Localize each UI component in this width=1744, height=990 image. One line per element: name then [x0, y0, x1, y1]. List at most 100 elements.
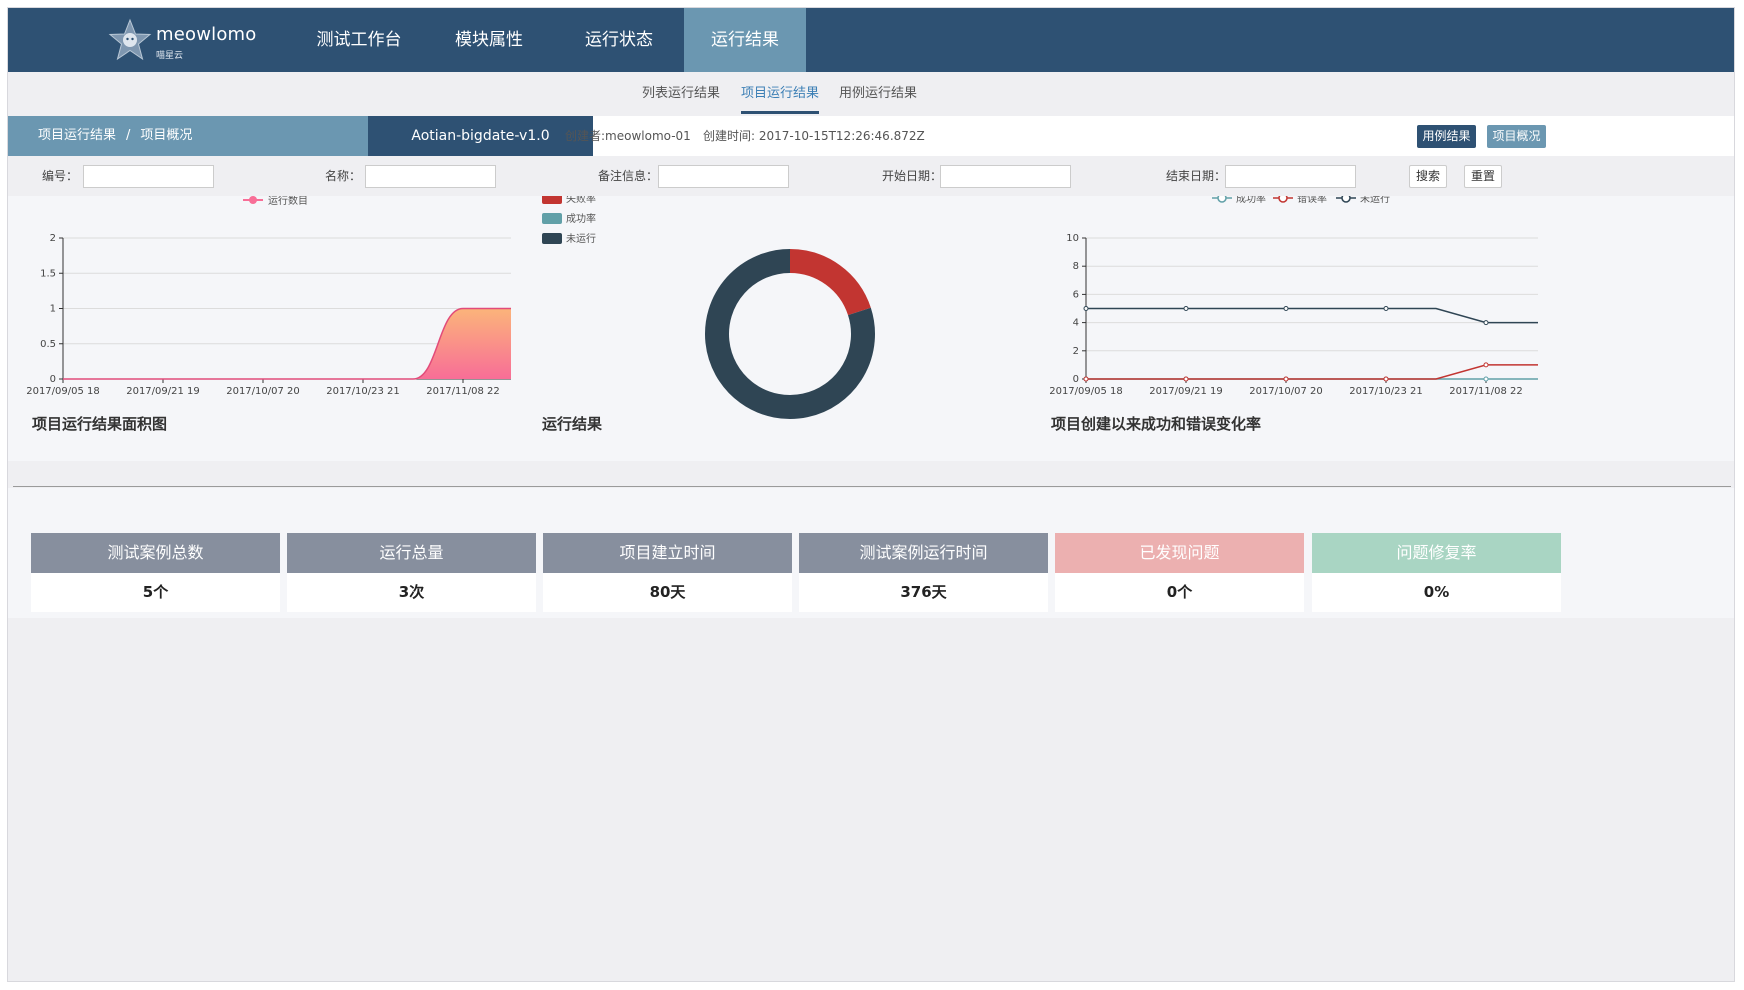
stat-value: 376天: [799, 573, 1048, 612]
stat-card-fix-rate: 问题修复率 0%: [1312, 533, 1561, 613]
nav-item-module-properties[interactable]: 模块属性: [424, 8, 554, 72]
brand-subtitle: 喵星云: [156, 51, 184, 61]
y-tick-label: 2: [50, 233, 56, 244]
stat-label: 问题修复率: [1312, 533, 1561, 573]
series-point: [1083, 376, 1089, 382]
stat-card-run-time: 测试案例运行时间 376天: [799, 533, 1048, 613]
name-input[interactable]: [365, 165, 496, 188]
series-line: [1086, 307, 1538, 324]
series-point: [1183, 306, 1189, 311]
legend-label-run-count: 运行数目: [268, 196, 308, 207]
project-name: Aotian-bigdate-v1.0: [368, 116, 593, 156]
note-input[interactable]: [658, 165, 789, 188]
series-point: [1383, 376, 1389, 382]
id-input[interactable]: [83, 165, 214, 188]
x-tick-label: 2017/10/23 21: [1349, 386, 1423, 397]
stat-label: 已发现问题: [1055, 533, 1304, 573]
legend-label: 未运行: [566, 232, 596, 245]
line-chart: 成功率 错误率 未运行 0 2 4 6 8 10 2017/09/05 18 2017/09/21 …: [1049, 196, 1538, 397]
y-tick-label: 0: [1073, 374, 1079, 385]
stat-label: 测试案例总数: [31, 533, 280, 573]
end-date-label: 结束日期：: [1166, 169, 1227, 183]
section-divider: [13, 486, 1731, 487]
stat-value: 0%: [1312, 573, 1561, 612]
series-point: [1483, 362, 1489, 368]
legend-marker: [1341, 196, 1351, 203]
stat-label: 运行总量: [287, 533, 536, 573]
breadcrumb-project-overview: 项目概况: [140, 128, 193, 143]
search-button[interactable]: 搜索: [1409, 165, 1447, 188]
stat-card-issues-found: 已发现问题 0个: [1055, 533, 1304, 613]
nav-item-run-results[interactable]: 运行结果: [684, 8, 806, 72]
x-tick-label: 2017/10/07 20: [226, 386, 300, 397]
legend-label: 未运行: [1360, 196, 1390, 205]
brand-logo[interactable]: meowlomo 喵星云: [108, 18, 258, 64]
legend-label: 成功率: [1236, 196, 1266, 205]
case-result-button[interactable]: 用例结果: [1417, 125, 1476, 148]
x-tick-label: 2017/09/21 19: [1149, 386, 1223, 397]
note-label: 备注信息：: [598, 169, 659, 183]
stat-card-project-age: 项目建立时间 80天: [543, 533, 792, 613]
stat-value: 0个: [1055, 573, 1304, 612]
series-point: [1483, 320, 1489, 326]
stat-value: 5个: [31, 573, 280, 612]
end-date-input[interactable]: [1225, 165, 1356, 188]
legend-label: 成功率: [566, 212, 596, 225]
project-created-time: 创建时间: 2017-10-15T12:26:46.872Z: [703, 129, 925, 143]
donut-chart-title: 运行结果: [542, 415, 603, 433]
app-frame: meowlomo 喵星云 测试工作台 模块属性 运行状态 运行结果 列表运行结果…: [7, 7, 1735, 982]
nav-item-run-status[interactable]: 运行状态: [554, 8, 684, 72]
star-cat-icon: [108, 18, 152, 61]
breadcrumb: 项目运行结果 / 项目概况: [8, 116, 368, 156]
stat-value: 3次: [287, 573, 536, 612]
start-date-input[interactable]: [940, 165, 1071, 188]
start-date-label: 开始日期：: [882, 169, 943, 183]
tab-list-results[interactable]: 列表运行结果: [642, 72, 720, 116]
breadcrumb-project-results[interactable]: 项目运行结果: [38, 128, 116, 143]
x-tick-label: 2017/09/21 19: [126, 386, 200, 397]
x-tick-label: 2017/09/05 18: [1049, 386, 1123, 397]
tab-project-results[interactable]: 项目运行结果: [741, 72, 820, 116]
charts-panel: 运行数目 0 0.5 1 1.5 2 2017/09/05 18 2017/09/21 19 2…: [8, 196, 1734, 461]
y-tick-label: 0: [50, 374, 56, 385]
reset-button[interactable]: 重置: [1464, 165, 1502, 188]
line-chart-title: 项目创建以来成功和错误变化率: [1051, 415, 1262, 433]
legend-swatch: [542, 196, 562, 204]
donut-chart: 失败率成功率未运行: [542, 196, 875, 419]
legend-swatch: [542, 213, 562, 224]
legend: 运行数目: [243, 196, 308, 207]
y-tick-label: 0.5: [40, 339, 56, 350]
stat-card-total-cases: 测试案例总数 5个: [31, 533, 280, 613]
nav-item-workbench[interactable]: 测试工作台: [294, 8, 424, 72]
legend-marker: [1217, 196, 1227, 203]
legend-marker: [1278, 196, 1288, 203]
stat-card-total-runs: 运行总量 3次: [287, 533, 536, 613]
x-tick-label: 2017/11/08 22: [1449, 386, 1523, 397]
name-label: 名称：: [325, 169, 362, 183]
x-tick-label: 2017/11/08 22: [426, 386, 500, 397]
series-point: [1383, 306, 1389, 311]
y-tick-label: 10: [1066, 233, 1079, 244]
y-tick-label: 6: [1073, 289, 1079, 300]
series-point: [1183, 376, 1189, 382]
series-point: [1083, 306, 1089, 311]
legend-swatch: [542, 233, 562, 244]
x-tick-label: 2017/10/23 21: [326, 386, 400, 397]
series-point: [1283, 306, 1289, 311]
area-chart: 运行数目 0 0.5 1 1.5 2 2017/09/05 18 2017/09/21 19 2…: [26, 196, 511, 397]
project-overview-button[interactable]: 项目概况: [1487, 125, 1546, 148]
y-tick-label: 1: [50, 304, 56, 315]
y-tick-label: 4: [1073, 318, 1079, 329]
filter-bar: 编号： 名称： 备注信息： 开始日期： 结束日期： 搜索 重置: [8, 156, 1734, 196]
stat-label: 项目建立时间: [543, 533, 792, 573]
series-point: [1483, 376, 1489, 382]
breadcrumb-separator: /: [126, 128, 131, 143]
id-label: 编号：: [42, 169, 79, 183]
project-creator: 创建者:meowlomo-01: [565, 129, 691, 143]
tab-case-results[interactable]: 用例运行结果: [839, 72, 917, 116]
sub-tabs: 列表运行结果 项目运行结果 用例运行结果: [8, 72, 1734, 116]
area-chart-title: 项目运行结果面积图: [32, 415, 168, 433]
brand-name: meowlomo: [156, 24, 257, 45]
y-tick-label: 2: [1073, 346, 1079, 357]
x-tick-label: 2017/09/05 18: [26, 386, 100, 397]
